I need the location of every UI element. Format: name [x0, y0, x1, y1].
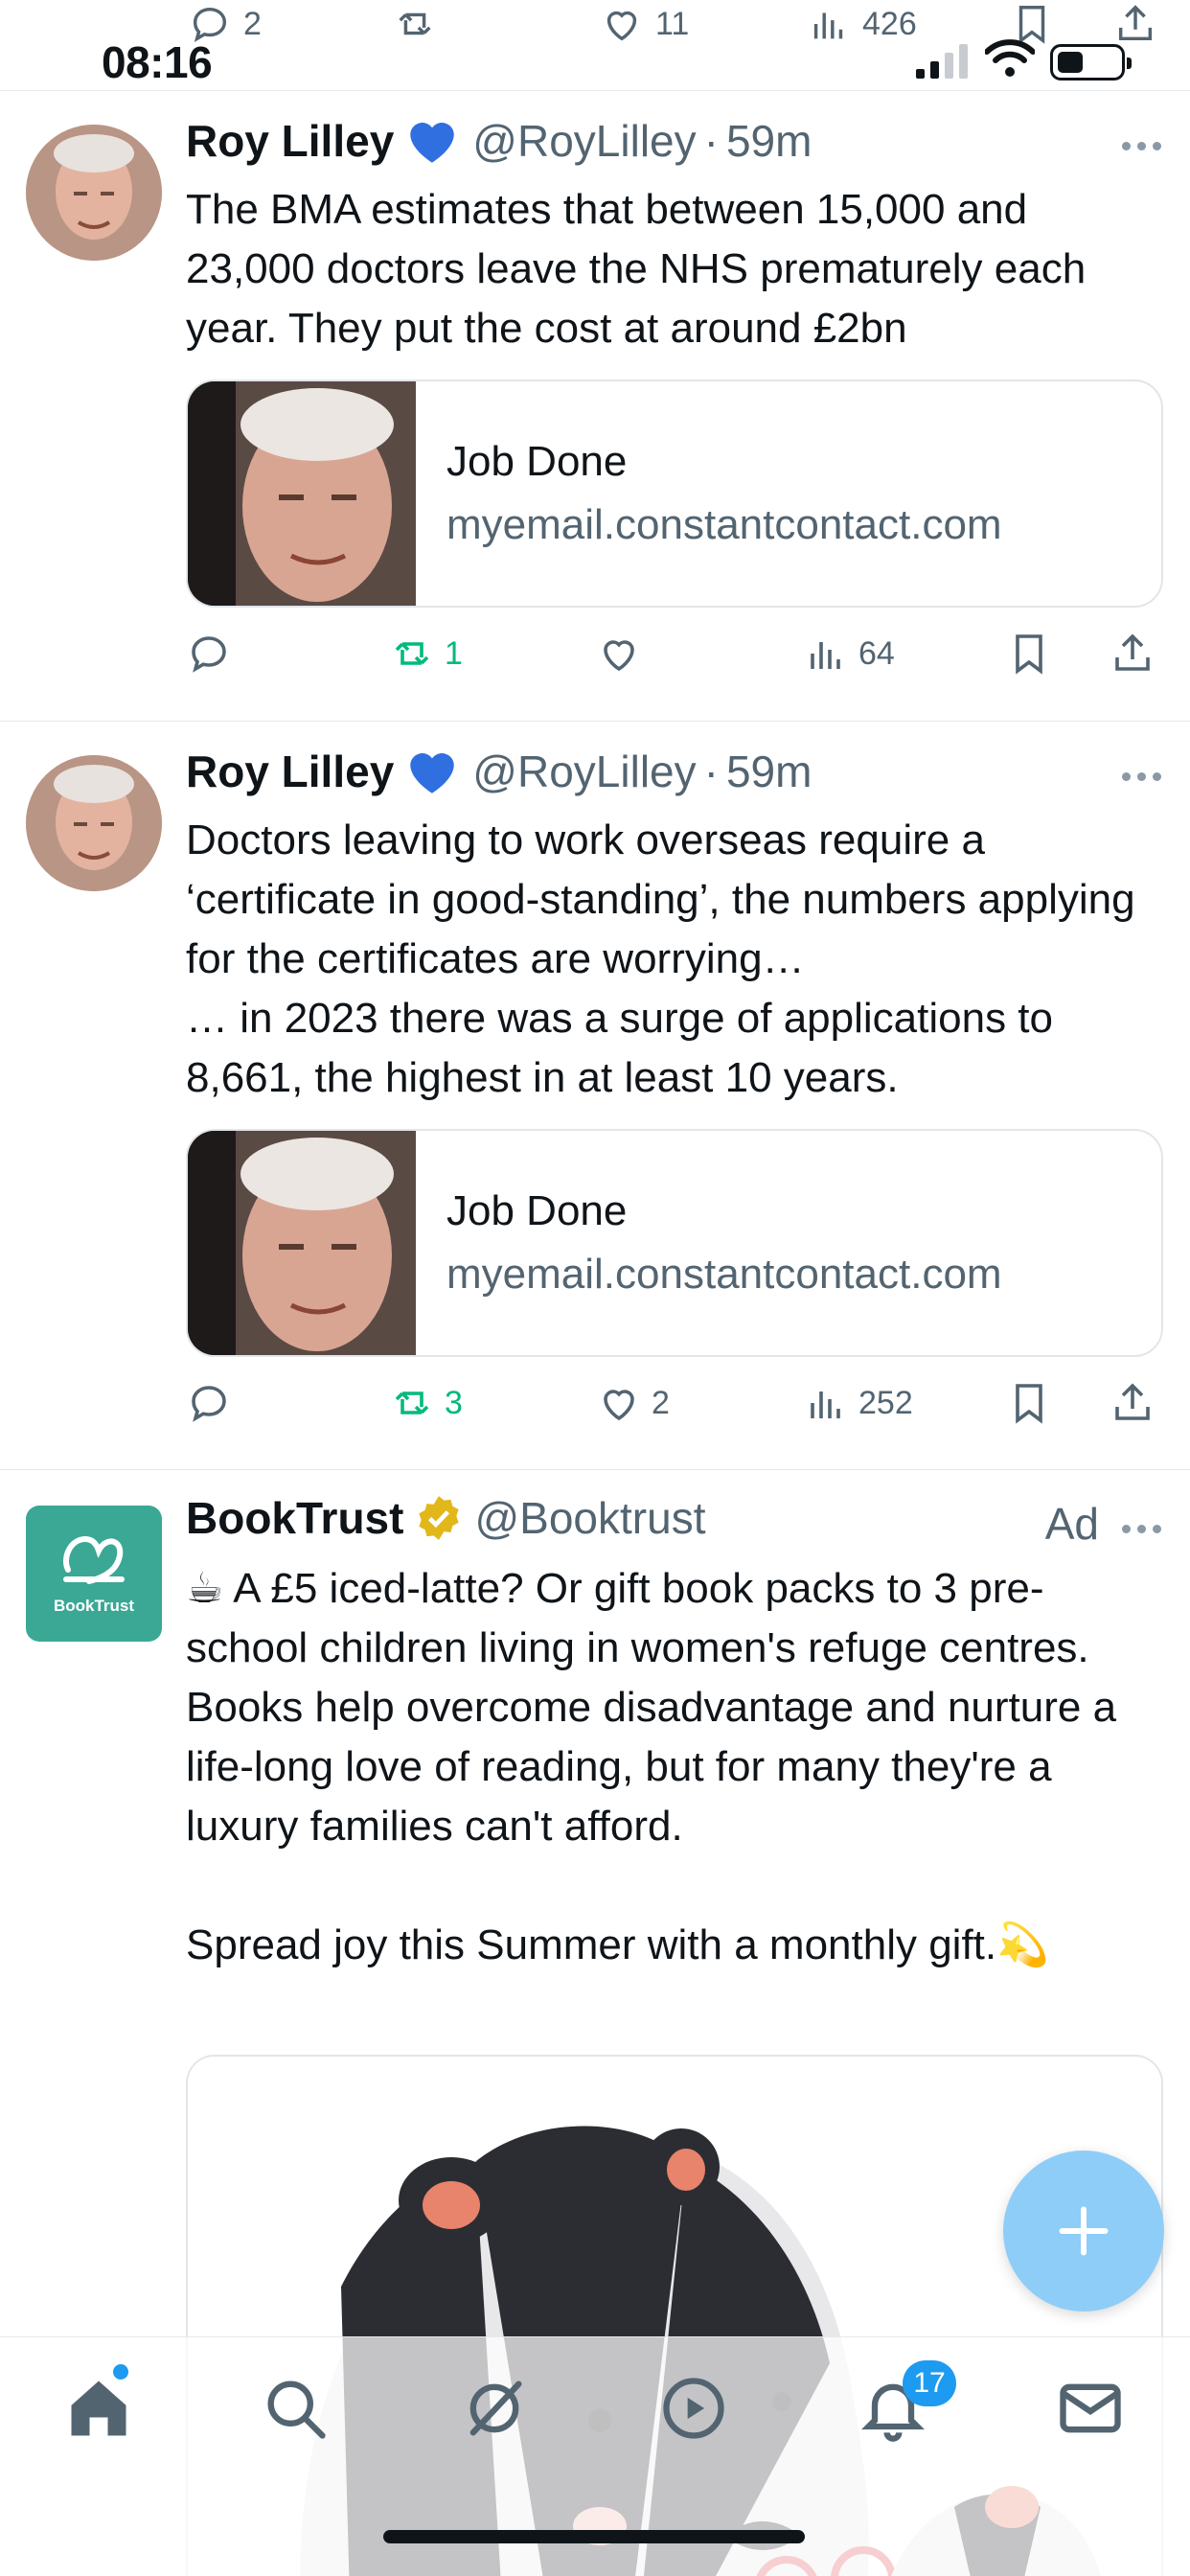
booktrust-logo-text: BookTrust: [53, 1597, 135, 1615]
tweet-text: The BMA estimates that between 15,000 an…: [186, 186, 1098, 352]
retweet-count: 3: [445, 1384, 463, 1421]
grok-icon: [469, 2380, 522, 2436]
retweet-icon: [395, 642, 429, 665]
ad-label: Ad: [1044, 1499, 1099, 1549]
heart-icon: [604, 1390, 634, 1421]
card-title: Job Done: [446, 1187, 628, 1234]
separator: ·: [703, 747, 719, 796]
card-domain: myemail.constantcontact.com: [446, 1251, 1002, 1298]
bookmark-icon: [1016, 634, 1042, 675]
mail-icon: [1060, 2383, 1121, 2433]
reply-button[interactable]: [186, 631, 241, 677]
nav-home[interactable]: [62, 2372, 135, 2445]
reply-icon: [192, 636, 226, 673]
card-thumbnail: [188, 1131, 416, 1355]
share-button[interactable]: [1110, 1380, 1156, 1426]
more-options-icon[interactable]: [1122, 1525, 1161, 1533]
link-card[interactable]: Job Done myemail.constantcontact.com: [186, 1129, 1163, 1357]
home-indicator[interactable]: [383, 2530, 805, 2543]
views-icon: [811, 642, 840, 669]
tweet-actions: 1 64: [186, 631, 1163, 688]
author-handle[interactable]: @Booktrust: [474, 1492, 705, 1544]
reply-icon: [192, 1386, 226, 1422]
link-card[interactable]: Job Done myemail.constantcontact.com: [186, 380, 1163, 608]
blue-heart-icon: [410, 123, 455, 163]
tweet-header: Roy Lilley @RoyLilley · 59m: [186, 115, 812, 167]
avatar[interactable]: [26, 125, 162, 261]
reply-button[interactable]: [186, 1380, 241, 1426]
tweet-header: Roy Lilley @RoyLilley · 59m: [186, 746, 812, 797]
nav-search[interactable]: [259, 2372, 332, 2445]
cellular-signal-icon: [916, 44, 968, 79]
nav-video[interactable]: [657, 2372, 730, 2445]
status-bar: 08:16: [0, 0, 1190, 91]
search-icon: [267, 2380, 326, 2439]
tweet[interactable]: Roy Lilley @RoyLilley · 59m The BMA esti…: [0, 92, 1190, 722]
blue-heart-icon: [410, 753, 455, 794]
like-count: 2: [652, 1384, 670, 1421]
author-handle[interactable]: @RoyLilley: [472, 746, 696, 797]
bookmark-button[interactable]: [1006, 631, 1052, 677]
battery-icon: [1050, 44, 1132, 80]
tweet-time[interactable]: 59m: [726, 115, 812, 167]
notification-badge: 17: [903, 2360, 956, 2406]
heart-book-icon: [63, 1535, 125, 1584]
views-icon: [811, 1392, 840, 1418]
tweet-time[interactable]: 59m: [726, 746, 812, 797]
home-icon: [71, 2380, 126, 2436]
retweet-button[interactable]: 3: [389, 1380, 463, 1426]
tweet[interactable]: Roy Lilley @RoyLilley · 59m Doctors leav…: [0, 723, 1190, 1470]
views-button[interactable]: 64: [803, 631, 895, 677]
tweet-text: ☕ A £5 iced-latte? Or gift book packs to…: [186, 1565, 1117, 1968]
card-domain: myemail.constantcontact.com: [446, 501, 1002, 548]
home-unread-dot: [113, 2364, 128, 2380]
plus-icon: [1059, 2206, 1109, 2256]
author-handle[interactable]: @RoyLilley: [472, 115, 696, 167]
author-name[interactable]: BookTrust: [186, 1492, 403, 1544]
share-button[interactable]: [1110, 631, 1156, 677]
heart-icon: [604, 640, 634, 672]
retweet-button[interactable]: 1: [389, 631, 463, 677]
views-count: 252: [858, 1384, 913, 1421]
like-button[interactable]: 2: [596, 1380, 670, 1426]
author-name[interactable]: Roy Lilley: [186, 746, 394, 797]
like-button[interactable]: [596, 631, 652, 677]
author-name[interactable]: Roy Lilley: [186, 115, 394, 167]
bookmark-button[interactable]: [1006, 1380, 1052, 1426]
separator: ·: [703, 116, 719, 166]
views-button[interactable]: 252: [803, 1380, 913, 1426]
card-title: Job Done: [446, 438, 628, 485]
tweet-text: Doctors leaving to work overseas require…: [186, 816, 1135, 1101]
share-icon: [1115, 633, 1150, 671]
nav-messages[interactable]: [1054, 2372, 1127, 2445]
nav-grok[interactable]: [458, 2372, 531, 2445]
booktrust-logo[interactable]: BookTrust: [26, 1506, 162, 1642]
retweet-count: 1: [445, 634, 463, 672]
status-time: 08:16: [102, 37, 213, 87]
compose-button[interactable]: [1003, 2150, 1164, 2312]
avatar[interactable]: [26, 755, 162, 891]
play-icon: [663, 2378, 724, 2439]
views-count: 64: [858, 634, 895, 672]
share-icon: [1115, 1383, 1150, 1420]
bookmark-icon: [1016, 1384, 1042, 1424]
wifi-icon: [985, 39, 1035, 77]
tweet-header: BookTrust @Booktrust: [186, 1492, 705, 1544]
more-options-icon[interactable]: [1122, 772, 1161, 781]
retweet-icon: [395, 1392, 429, 1414]
card-thumbnail: [188, 381, 416, 606]
more-options-icon[interactable]: [1122, 142, 1161, 150]
verified-gold-badge-icon: [419, 1496, 460, 1540]
tweet-actions: 3 2 252: [186, 1380, 1163, 1438]
